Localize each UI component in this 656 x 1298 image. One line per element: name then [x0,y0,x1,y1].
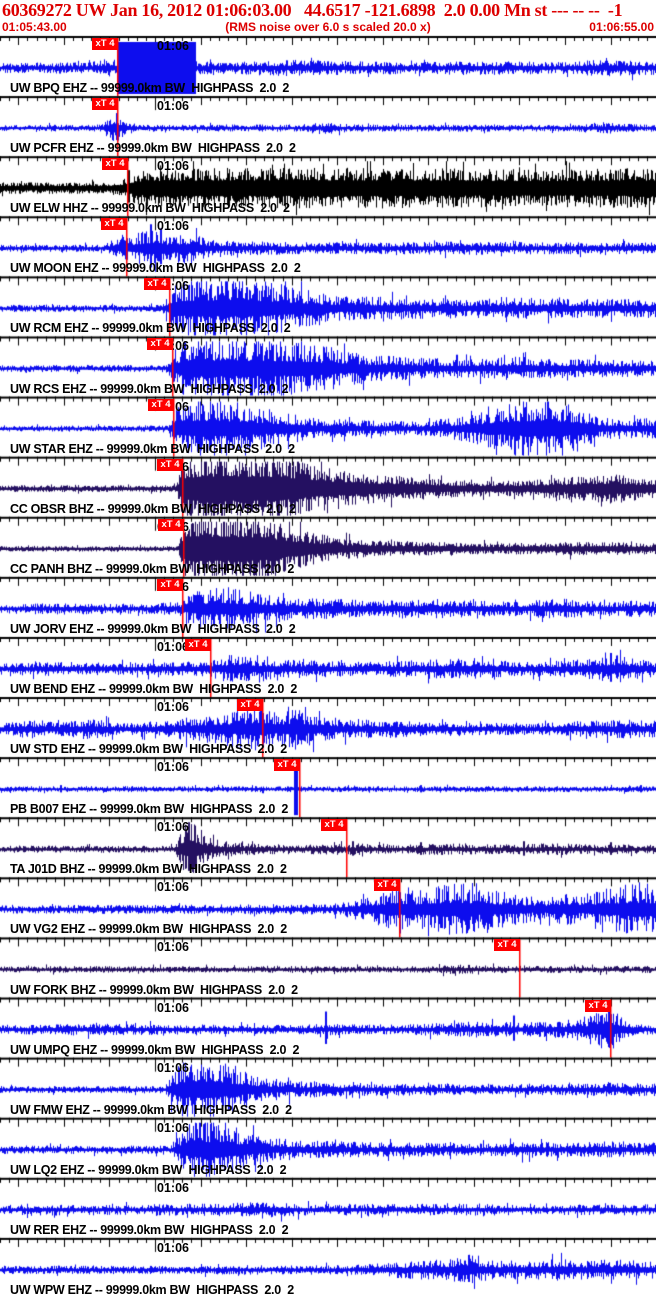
pick-flag[interactable]: xT 4 [585,999,611,1012]
pick-flag[interactable]: xT 4 [92,38,118,50]
pick-flag[interactable]: xT 4 [102,158,128,171]
pick-flag[interactable]: xT 4 [144,278,170,291]
time-tick-label: 01:06 [157,1000,189,1015]
pick-flag[interactable]: xT 4 [101,218,127,231]
trace-label: UW FORK BHZ -- 99999.0km BW HIGHPASS 2.0… [10,982,298,997]
pick-flag[interactable]: xT 4 [237,699,263,712]
pick-flag[interactable]: xT 4 [148,398,174,411]
pick-flag[interactable]: xT 4 [274,759,300,772]
trace-label: UW LQ2 EHZ -- 99999.0km BW HIGHPASS 2.0 … [10,1162,287,1177]
time-tick-label: 01:06 [157,39,189,53]
time-tick-label: 01:06 [157,219,189,234]
time-tick-label: 01:06 [157,820,189,835]
trace-label: CC OBSR BHZ -- 99999.0km BW HIGHPASS 2.0… [10,501,296,516]
trace-label: UW BPQ EHZ -- 99999.0km BW HIGHPASS 2.0 … [10,81,290,96]
time-tick-label: 01:06 [157,1060,189,1075]
trace-label: CC PANH BHZ -- 99999.0km BW HIGHPASS 2.0… [10,561,295,576]
trace-label: UW WPW EHZ -- 99999.0km BW HIGHPASS 2.0 … [10,1283,294,1297]
pick-flag[interactable]: xT 4 [374,879,400,892]
trace-label: UW JORV EHZ -- 99999.0km BW HIGHPASS 2.0… [10,621,296,636]
time-tick-label: 01:06 [157,159,189,174]
pick-flag[interactable]: xT 4 [157,578,183,591]
time-tick-label: 01:06 [157,1240,189,1255]
trace-label: UW STD EHZ -- 99999.0km BW HIGHPASS 2.0 … [10,742,287,757]
time-tick-label: 01:06 [157,940,189,955]
pick-flag[interactable]: xT 4 [321,819,347,832]
trace-label: UW STAR EHZ -- 99999.0km BW HIGHPASS 2.0… [10,441,295,456]
trace-label: UW PCFR EHZ -- 99999.0km BW HIGHPASS 2.0… [10,141,296,156]
pick-flag[interactable]: xT 4 [185,638,211,651]
trace-label: UW MOON EHZ -- 99999.0km BW HIGHPASS 2.0… [10,261,301,276]
trace-label: UW UMPQ EHZ -- 99999.0km BW HIGHPASS 2.0… [10,1042,300,1057]
time-tick-label: 01:06 [157,1180,189,1195]
time-tick-label: 01:06 [157,1120,189,1135]
trace-label: PB B007 EHZ -- 99999.0km BW HIGHPASS 2.0… [10,802,289,817]
time-tick-label: 01:06 [157,760,189,775]
pick-flag[interactable]: xT 4 [147,338,173,351]
seismic-review-window: { "header": { "event_line": "60369272 UW… [0,0,656,1298]
trace-label: TA J01D BHZ -- 99999.0km BW HIGHPASS 2.0… [10,862,287,877]
time-tick-label: 01:06 [157,99,189,114]
time-tick-label: 01:06 [157,700,189,715]
trace-label: UW ELW HHZ -- 99999.0km BW HIGHPASS 2.0 … [10,201,290,216]
trace-label: UW RER EHZ -- 99999.0km BW HIGHPASS 2.0 … [10,1222,289,1237]
trace-label: UW RCS EHZ -- 99999.0km BW HIGHPASS 2.0 … [10,381,289,396]
pick-flag[interactable]: xT 4 [158,518,184,531]
pick-flag[interactable]: xT 4 [494,939,520,952]
event-header: 60369272 UW Jan 16, 2012 01:06:03.00 44.… [0,0,656,34]
pick-flag[interactable]: xT 4 [92,98,118,111]
pick-flag[interactable]: xT 4 [157,458,183,471]
trace-label: UW RCM EHZ -- 99999.0km BW HIGHPASS 2.0 … [10,321,291,336]
trace-label: UW BEND EHZ -- 99999.0km BW HIGHPASS 2.0… [10,682,298,697]
window-start-time: 01:05:43.00 [2,20,67,34]
time-tick-label: 01:06 [157,880,189,895]
window-end-time: 01:06:55.00 [589,20,654,34]
trace-label: UW FMW EHZ -- 99999.0km BW HIGHPASS 2.0 … [10,1102,292,1117]
time-window-bar: 01:05:43.00 (RMS noise over 6.0 s scaled… [0,20,656,34]
scale-note: (RMS noise over 6.0 s scaled 20.0 x) [225,20,431,34]
event-summary-line: 60369272 UW Jan 16, 2012 01:06:03.00 44.… [2,0,623,20]
trace-label: UW VG2 EHZ -- 99999.0km BW HIGHPASS 2.0 … [10,922,287,937]
